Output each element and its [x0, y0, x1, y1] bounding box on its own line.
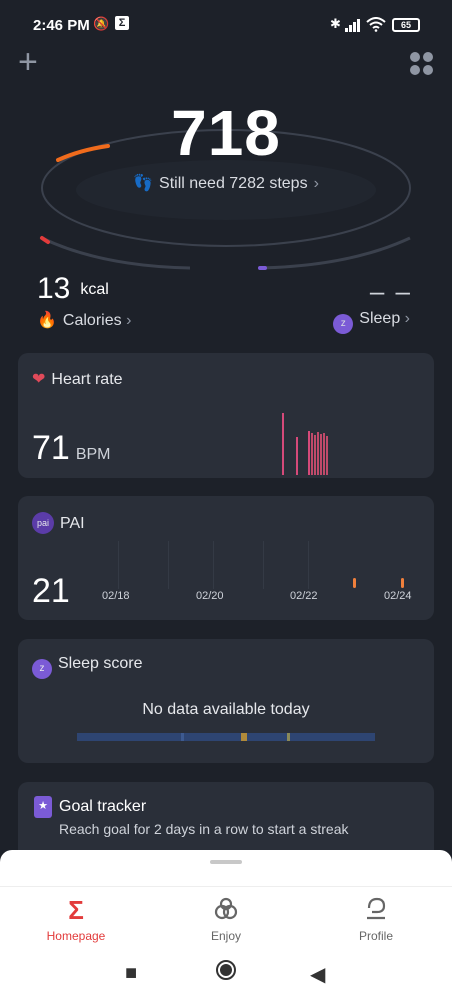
back-triangle-icon[interactable]: ◀: [310, 962, 325, 987]
battery-indicator: 65: [392, 18, 420, 32]
drag-handle[interactable]: [210, 860, 242, 864]
status-time: 2:46 PM: [33, 17, 90, 34]
steps-ring-area[interactable]: 718 👣 Still need 7282 steps ›: [0, 80, 452, 280]
calories-number: 13: [37, 272, 71, 305]
sigma-icon: Σ: [68, 895, 84, 925]
chevron-right-icon: ›: [313, 175, 319, 192]
chevron-right-icon: ›: [126, 312, 132, 329]
system-nav-bar: ■ ◀: [0, 948, 452, 1002]
recents-square-icon[interactable]: ■: [125, 962, 137, 985]
pai-date-3: 02/22: [290, 590, 318, 602]
infinity-icon: [166, 895, 286, 925]
star-badge-icon: ★: [34, 796, 52, 818]
goal-tracker-title: Goal tracker: [59, 798, 147, 815]
alarm-off-icon: 🔕: [93, 16, 110, 31]
sleep-no-data-message: No data available today: [142, 701, 310, 718]
layout-grid-icon[interactable]: [410, 52, 434, 76]
pai-title: pai PAI: [32, 512, 85, 534]
tab-homepage[interactable]: Σ Homepage: [16, 895, 136, 943]
home-circle-icon[interactable]: [214, 958, 238, 988]
bottom-tab-bar: Σ Homepage Enjoy Profile: [0, 886, 452, 948]
status-bar: 2:46 PM 🔕 Σ ✱ 65: [0, 0, 452, 50]
add-button[interactable]: +: [18, 45, 44, 79]
heart-rate-number: 71: [32, 429, 70, 467]
pai-date-2: 02/20: [196, 590, 224, 602]
pai-card[interactable]: pai PAI 21 02/18 02/20 02/22 02/24: [18, 496, 434, 620]
sleep-label: Sleep: [359, 310, 401, 327]
tab-profile[interactable]: Profile: [316, 895, 436, 943]
steps-remaining-text: Still need 7282 steps: [159, 175, 308, 192]
sleep-score-title: z Sleep score: [32, 655, 143, 679]
footprints-icon: 👣: [133, 175, 154, 192]
sleep-moon-icon: z: [32, 659, 52, 679]
tab-enjoy[interactable]: Enjoy: [166, 895, 286, 943]
steps-count: 718: [171, 97, 281, 169]
sleep-score-card[interactable]: z Sleep score No data available today: [18, 639, 434, 763]
goal-tracker-subtitle: Reach goal for 2 days in a row to start …: [59, 821, 349, 837]
heart-rate-title: ❤ Heart rate: [32, 369, 123, 389]
heart-rate-unit: BPM: [75, 446, 111, 463]
pai-date-1: 02/18: [102, 590, 130, 602]
pai-weekly-chart: [118, 541, 404, 589]
flame-icon: 🔥: [37, 312, 57, 329]
bluetooth-icon: ✱: [330, 16, 341, 31]
heart-rate-sparkline: [282, 413, 328, 475]
app-notification-icon: Σ: [115, 16, 129, 30]
sleep-link[interactable]: z Sleep ›: [333, 310, 410, 334]
sleep-score-title-text: Sleep score: [58, 655, 143, 672]
heart-rate-card[interactable]: ❤ Heart rate 71 BPM: [18, 353, 434, 478]
heart-icon: ❤: [32, 371, 46, 388]
tab-enjoy-label: Enjoy: [210, 929, 242, 943]
bottom-sheet: Σ Homepage Enjoy Profile ■ ◀: [0, 850, 452, 1002]
heart-rate-title-text: Heart rate: [51, 371, 123, 388]
pai-date-4: 02/24: [384, 590, 412, 602]
calories-unit: kcal: [80, 281, 109, 298]
signal-icon: [345, 19, 360, 32]
calories-link[interactable]: 🔥 Calories ›: [37, 310, 131, 330]
sleep-value: – –: [369, 276, 412, 306]
wifi-icon: [366, 17, 386, 32]
tab-homepage-label: Homepage: [46, 929, 106, 943]
steps-remaining-link[interactable]: 👣 Still need 7282 steps ›: [0, 173, 452, 193]
calories-label: Calories: [62, 312, 122, 329]
pai-badge-icon: pai: [32, 512, 54, 534]
pai-title-text: PAI: [60, 515, 85, 532]
sleep-moon-icon: z: [333, 314, 354, 334]
chevron-right-icon: ›: [404, 310, 410, 327]
profile-icon: [316, 895, 436, 925]
sleep-stage-bar: [77, 733, 375, 741]
heart-rate-value: 71 BPM: [32, 429, 111, 468]
pai-value: 21: [32, 572, 70, 610]
calories-value: 13 kcal: [37, 272, 109, 306]
tab-profile-label: Profile: [358, 929, 393, 943]
